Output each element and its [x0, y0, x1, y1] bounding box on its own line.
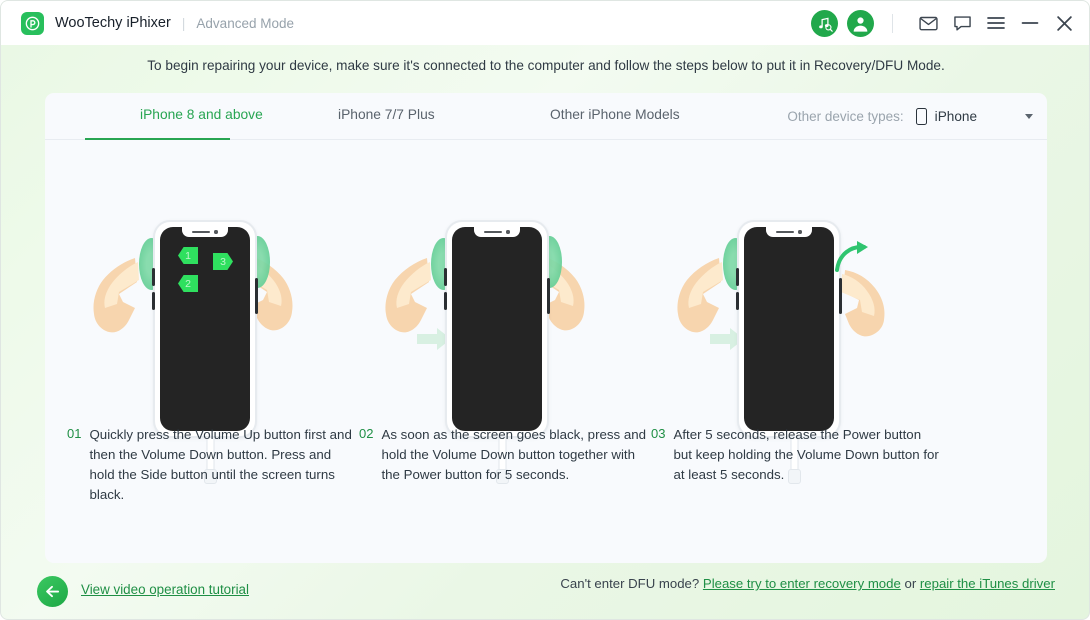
phone-illustration [736, 220, 842, 438]
iphone-glyph-icon [915, 108, 927, 125]
steps-container: 1 2 3 01 Quickly press the Volume Up but… [45, 140, 1047, 563]
phone-notch [766, 227, 812, 237]
phixer-logo-icon [21, 11, 44, 35]
tab-other-iphone-models[interactable]: Other iPhone Models [550, 107, 680, 122]
minimize-icon[interactable] [1017, 10, 1043, 36]
phone-screen [160, 227, 250, 431]
step-1-text: 01 Quickly press the Volume Up button fi… [67, 425, 355, 505]
side-power-button [255, 278, 258, 314]
volume-up-button [736, 268, 739, 286]
step-1-description: Quickly press the Volume Up button first… [89, 427, 352, 502]
phone-illustration [152, 220, 258, 438]
step-2-description: As soon as the screen goes black, press … [381, 427, 647, 482]
titlebar-actions [802, 9, 1077, 37]
tab-strip: iPhone 8 and above iPhone 7/7 Plus Other… [45, 93, 1047, 140]
mail-icon[interactable] [915, 10, 941, 36]
device-type-selector[interactable]: Other device types: iPhone [787, 108, 1033, 125]
side-power-button [839, 278, 842, 314]
step-3-text: 03 After 5 seconds, release the Power bu… [651, 425, 939, 485]
step-2-number: 02 [359, 426, 374, 441]
notch-camera [214, 230, 218, 234]
recovery-mode-link[interactable]: Please try to enter recovery mode [703, 576, 901, 591]
menu-icon[interactable] [983, 10, 1009, 36]
mode-label: Advanced Mode [196, 15, 294, 31]
volume-down-button [736, 292, 739, 310]
step-panel-3: 03 After 5 seconds, release the Power bu… [649, 140, 939, 563]
volume-down-button [152, 292, 155, 310]
left-hand-icon [673, 248, 729, 336]
help-prefix: Can't enter DFU mode? [560, 576, 700, 591]
tab-iphone-8-and-above[interactable]: iPhone 8 and above [140, 107, 263, 122]
back-button[interactable] [37, 576, 68, 607]
phone-screen [744, 227, 834, 431]
notch-camera [506, 230, 510, 234]
instruction-banner: To begin repairing your device, make sur… [147, 58, 945, 73]
app-window: WooTechy iPhixer | Advanced Mode To begi… [0, 0, 1090, 620]
volume-up-button [444, 268, 447, 286]
step-panel-1: 1 2 3 01 Quickly press the Volume Up but… [65, 140, 355, 563]
step-1-number: 01 [67, 426, 82, 441]
title-bar: WooTechy iPhixer | Advanced Mode [1, 1, 1089, 45]
step-3-number: 03 [651, 426, 666, 441]
help-conjunction: or [904, 576, 917, 591]
video-tutorial-link[interactable]: View video operation tutorial [81, 582, 249, 597]
notch-camera [798, 230, 802, 234]
side-power-button [547, 278, 550, 314]
device-type-value: iPhone [934, 109, 977, 124]
step-2-text: 02 As soon as the screen goes black, pre… [359, 425, 647, 485]
chevron-down-icon[interactable] [1025, 114, 1033, 119]
left-hand-icon [381, 248, 437, 336]
footer-help-text: Can't enter DFU mode? Please try to ente… [560, 576, 1055, 591]
brand-separator: | [181, 15, 186, 31]
step-2-illustration [357, 140, 647, 484]
tab-iphone-7-7-plus[interactable]: iPhone 7/7 Plus [338, 107, 435, 122]
left-hand-icon [89, 248, 145, 336]
step-3-description: After 5 seconds, release the Power butto… [673, 427, 939, 482]
phone-illustration [444, 220, 550, 438]
footer-bar: View video operation tutorial Can't ente… [1, 567, 1089, 619]
notch-speaker [484, 230, 503, 234]
device-type-label: Other device types: [787, 109, 904, 124]
itunes-detect-icon[interactable] [811, 9, 838, 37]
content-card: iPhone 8 and above iPhone 7/7 Plus Other… [45, 93, 1047, 563]
back-arrow-icon [46, 585, 60, 598]
volume-up-button [152, 268, 155, 286]
account-avatar-icon[interactable] [847, 9, 874, 37]
repair-itunes-driver-link[interactable]: repair the iTunes driver [920, 576, 1055, 591]
volume-down-button [444, 292, 447, 310]
notch-speaker [776, 230, 795, 234]
close-icon[interactable] [1051, 10, 1077, 36]
chat-icon[interactable] [949, 10, 975, 36]
phone-notch [474, 227, 520, 237]
step-panel-2: 02 As soon as the screen goes black, pre… [357, 140, 647, 563]
step-3-illustration [649, 140, 939, 484]
brand-name: WooTechy iPhixer [55, 15, 171, 31]
release-arrow-icon [835, 240, 871, 274]
titlebar-divider [892, 13, 893, 33]
phone-screen [452, 227, 542, 431]
phone-notch [182, 227, 228, 237]
step-1-illustration: 1 2 3 [65, 140, 355, 484]
notch-speaker [192, 230, 211, 234]
